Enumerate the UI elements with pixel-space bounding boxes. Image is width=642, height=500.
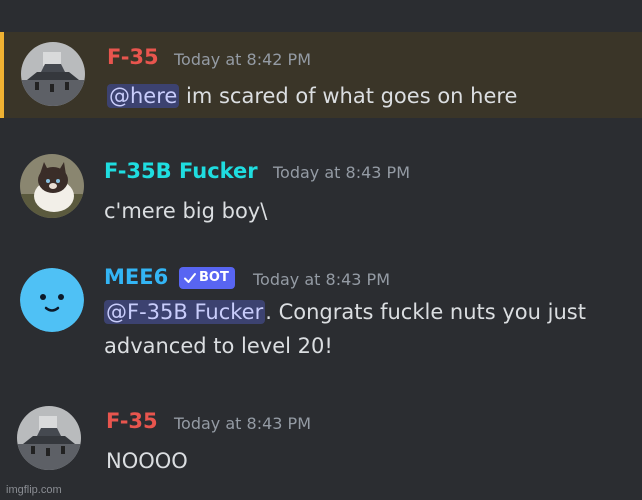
message-f35-mention[interactable]: F-35 Today at 8:42 PM @here im scared of…	[0, 32, 642, 118]
mention-here[interactable]: @here	[107, 84, 180, 108]
mention-user[interactable]: @F-35B Fucker	[104, 300, 266, 324]
message-text: im scared of what goes on here	[179, 84, 518, 108]
message-f35b[interactable]: F-35B Fucker Today at 8:43 PM c'mere big…	[0, 146, 642, 230]
message-text: advanced to level 20!	[104, 334, 333, 358]
avatar-f35b[interactable]	[20, 154, 84, 218]
message-content: c'mere big boy\	[104, 195, 267, 228]
message-content: @here im scared of what goes on here	[107, 80, 517, 113]
message-content: @F-35B Fucker. Congrats fuckle nuts you …	[104, 296, 586, 329]
verified-check-icon	[184, 273, 196, 283]
jet-avatar-icon	[21, 42, 85, 106]
bot-badge-label: BOT	[199, 270, 229, 285]
username[interactable]: MEE6	[104, 264, 168, 290]
avatar-mee6[interactable]	[20, 268, 84, 332]
message-mee6[interactable]: MEE6 BOT Today at 8:43 PM @F-35B Fucker.…	[0, 258, 642, 382]
username[interactable]: F-35	[106, 408, 158, 434]
message-text: . Congrats fuckle nuts you just	[265, 300, 586, 324]
timestamp: Today at 8:43 PM	[253, 270, 390, 289]
message-content-line2: advanced to level 20!	[104, 330, 333, 363]
timestamp: Today at 8:43 PM	[174, 414, 311, 433]
chat-message-list: F-35 Today at 8:42 PM @here im scared of…	[0, 0, 642, 500]
username[interactable]: F-35B Fucker	[104, 158, 258, 184]
avatar-f35[interactable]	[17, 406, 81, 470]
message-content: NOOOO	[106, 445, 188, 478]
message-text: c'mere big boy\	[104, 199, 268, 223]
watermark: imgflip.com	[6, 484, 62, 496]
timestamp: Today at 8:43 PM	[273, 163, 410, 182]
message-text: NOOOO	[106, 449, 188, 473]
mee6-face-icon	[20, 268, 84, 332]
avatar-f35[interactable]	[21, 42, 85, 106]
cat-avatar-icon	[20, 154, 84, 218]
timestamp: Today at 8:42 PM	[174, 50, 311, 69]
username[interactable]: F-35	[107, 44, 159, 70]
bot-badge: BOT	[179, 267, 235, 289]
message-f35-reply[interactable]: F-35 Today at 8:43 PM NOOOO	[0, 398, 642, 482]
jet-avatar-icon	[17, 406, 81, 470]
